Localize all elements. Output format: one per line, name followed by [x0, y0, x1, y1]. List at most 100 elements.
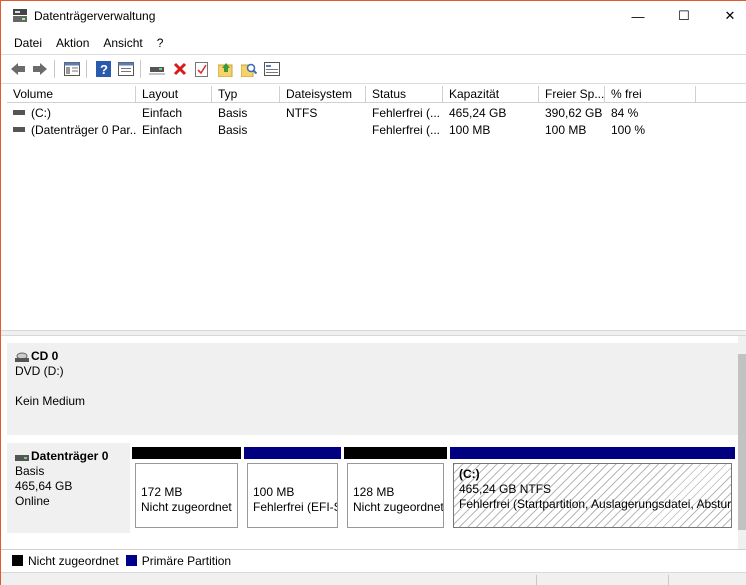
svg-text:?: ?	[100, 62, 108, 77]
cell-typ: Basis	[218, 123, 248, 137]
toolbar: ?	[1, 54, 746, 84]
vertical-scrollbar[interactable]	[738, 336, 746, 549]
disk-info-cd0[interactable]: CD 0 DVD (D:) Kein Medium	[7, 343, 130, 435]
volume-name: (Datenträger 0 Par...	[31, 123, 136, 137]
cell-layout: Einfach	[142, 123, 183, 137]
partition-unallocated-2[interactable]: 128 MB Nicht zugeordnet	[343, 446, 448, 532]
cell-layout: Einfach	[142, 106, 183, 120]
disk-info-disk0[interactable]: Datenträger 0 Basis 465,64 GB Online	[7, 443, 130, 533]
volume-name: (C:)	[31, 106, 51, 120]
column-header-dateisystem[interactable]: Dateisystem	[280, 86, 366, 103]
legend: Nicht zugeordnet Primäre Partition	[1, 549, 746, 571]
partition-efi[interactable]: 100 MB Fehlerfrei (EFI-Sy	[243, 446, 342, 532]
toolbar-separator	[140, 60, 141, 78]
cell-dateisystem	[280, 122, 366, 139]
forward-icon[interactable]	[31, 60, 49, 78]
partition-body: 100 MB Fehlerfrei (EFI-Sy	[247, 463, 338, 528]
partition-type-bar	[244, 447, 341, 459]
maximize-button[interactable]: ☐	[661, 1, 707, 31]
partition-size: 100 MB	[253, 485, 295, 499]
partition-status: Nicht zugeordnet	[141, 500, 232, 514]
connect-disk-icon[interactable]	[148, 60, 166, 78]
cell-kapazitaet: 465,24 GB	[449, 106, 507, 120]
partition-status: Fehlerfrei (EFI-Sy	[253, 500, 337, 514]
legend-item-unallocated: Nicht zugeordnet	[12, 554, 119, 568]
disk-detail: Basis	[15, 464, 45, 478]
partition-size: 465,24 GB NTFS	[459, 482, 552, 496]
partition-body: 172 MB Nicht zugeordnet	[135, 463, 238, 528]
close-button[interactable]: ✕	[707, 1, 746, 31]
disk-title: CD 0	[31, 349, 59, 363]
column-header-volume[interactable]: Volume	[7, 86, 136, 103]
cell-volume: (Datenträger 0 Par...	[7, 122, 136, 139]
cd0-partition-area	[130, 343, 738, 435]
menu-help[interactable]: ?	[150, 33, 171, 53]
toolbar-separator	[54, 60, 55, 78]
open-folder-icon[interactable]	[217, 60, 235, 78]
cell-prozent-frei: 100 %	[611, 123, 646, 137]
disk-management-window: Datenträgerverwaltung — ☐ ✕ Datei Aktion…	[0, 0, 746, 585]
minimize-button[interactable]: —	[615, 1, 661, 31]
disk-detail	[15, 379, 130, 394]
disk-detail: Kein Medium	[15, 394, 86, 408]
menu-ansicht[interactable]: Ansicht	[96, 33, 149, 53]
column-header-status[interactable]: Status	[366, 86, 443, 103]
cell-freier-speicher: 100 MB	[545, 123, 587, 137]
partition-body: 128 MB Nicht zugeordnet	[347, 463, 444, 528]
legend-swatch	[125, 555, 137, 566]
help-icon[interactable]: ?	[94, 60, 112, 78]
disk-management-icon	[13, 9, 27, 22]
back-icon[interactable]	[9, 60, 27, 78]
partition-c[interactable]: (C:) 465,24 GB NTFS Fehlerfrei (Startpar…	[449, 446, 736, 532]
partition-unallocated-1[interactable]: 172 MB Nicht zugeordnet	[131, 446, 242, 532]
cell-freier-speicher: 390,62 GB	[545, 106, 603, 120]
menu-datei[interactable]: Datei	[7, 33, 49, 53]
window-title: Datenträgerverwaltung	[34, 9, 156, 23]
properties-icon[interactable]	[117, 60, 135, 78]
title-bar[interactable]: Datenträgerverwaltung — ☐ ✕	[1, 1, 746, 31]
partition-type-bar	[450, 447, 735, 459]
cell-dateisystem: NTFS	[286, 106, 318, 120]
check-icon[interactable]	[193, 60, 211, 78]
menu-bar: Datei Aktion Ansicht ?	[1, 33, 746, 53]
column-header-freier-speicher[interactable]: Freier Sp...	[539, 86, 605, 103]
cell-typ: Basis	[218, 106, 248, 120]
toolbar-separator	[86, 60, 87, 78]
volume-list-header: Volume Layout Typ Dateisystem Status Kap…	[7, 86, 746, 103]
legend-item-primary: Primäre Partition	[125, 553, 232, 568]
legend-label: Primäre Partition	[141, 553, 232, 568]
column-header-typ[interactable]: Typ	[212, 86, 280, 103]
disk-graphical-view: CD 0 DVD (D:) Kein Medium Datenträger 0 …	[1, 336, 738, 549]
partition-type-bar	[344, 447, 447, 459]
column-header-layout[interactable]: Layout	[136, 86, 212, 103]
disk-detail: 465,64 GB	[15, 479, 73, 493]
partition-name: (C:)	[459, 467, 480, 481]
cd-drive-icon	[15, 352, 29, 362]
console-tree-icon[interactable]	[63, 60, 81, 78]
status-separator	[668, 575, 669, 585]
scrollbar-thumb[interactable]	[738, 354, 746, 530]
status-separator	[536, 575, 537, 585]
cell-kapazitaet: 100 MB	[449, 123, 491, 137]
cell-status: Fehlerfrei (...	[372, 106, 441, 120]
legend-label: Nicht zugeordnet	[28, 553, 119, 568]
partition-status: Fehlerfrei (Startpartition, Auslagerungs…	[459, 497, 732, 511]
partition-type-bar	[132, 447, 241, 459]
menu-aktion[interactable]: Aktion	[49, 33, 96, 53]
partition-size: 128 MB	[353, 485, 395, 499]
column-header-kapazitaet[interactable]: Kapazität	[443, 86, 539, 103]
search-icon[interactable]	[240, 60, 258, 78]
drive-icon	[13, 127, 25, 133]
settings-icon[interactable]	[263, 60, 281, 78]
legend-swatch	[12, 555, 23, 566]
column-header-prozent-frei[interactable]: % frei	[605, 86, 696, 103]
volume-list: Volume Layout Typ Dateisystem Status Kap…	[7, 86, 746, 330]
partition-size: 172 MB	[141, 485, 183, 499]
partition-status: Nicht zugeordnet	[353, 500, 444, 514]
partition-body: (C:) 465,24 GB NTFS Fehlerfrei (Startpar…	[453, 463, 732, 528]
status-bar	[1, 572, 746, 585]
delete-icon[interactable]	[171, 60, 189, 78]
disk-title: Datenträger 0	[31, 449, 109, 463]
table-row[interactable]: (C:) Einfach Basis NTFS Fehlerfrei (... …	[7, 105, 746, 122]
table-row[interactable]: (Datenträger 0 Par... Einfach Basis Fehl…	[7, 122, 746, 139]
